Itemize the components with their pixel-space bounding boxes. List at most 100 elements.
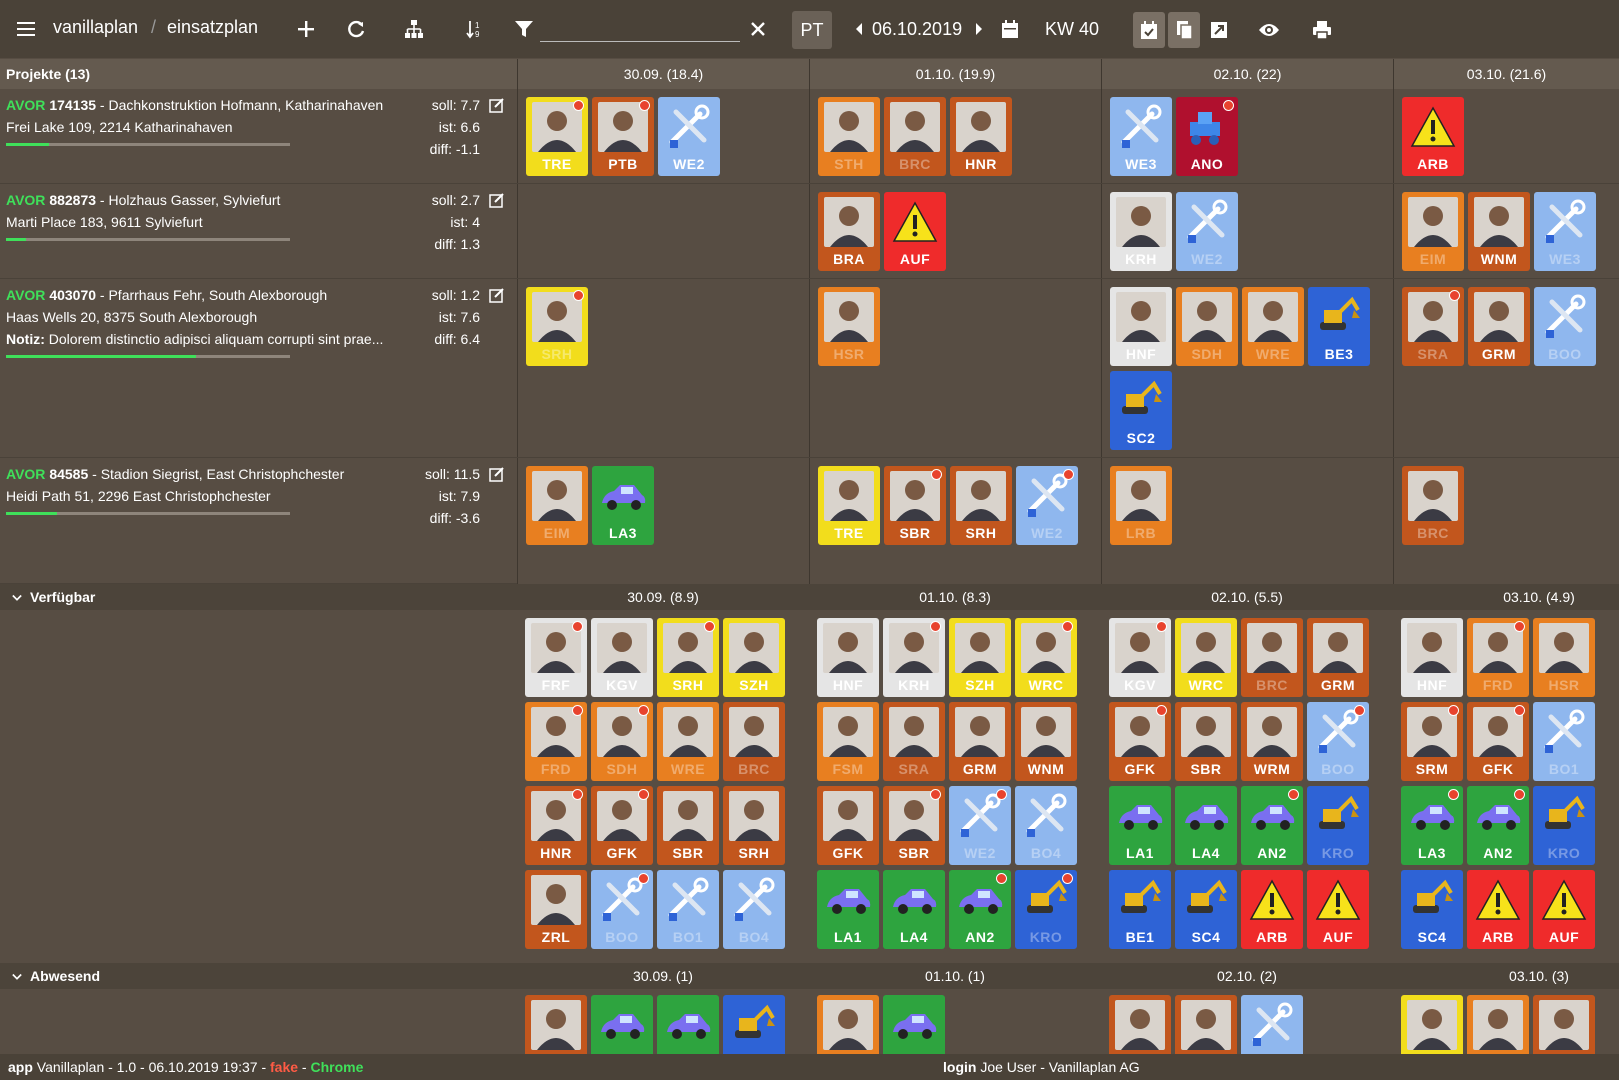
edit-icon[interactable] [489, 192, 505, 208]
resource-tile[interactable]: ANO [1176, 97, 1238, 176]
resource-tile[interactable]: LA4 [883, 870, 945, 949]
resource-tile[interactable]: HSR [1533, 618, 1595, 697]
resource-tile[interactable]: EIM [526, 466, 588, 545]
resource-tile[interactable]: SC4 [1401, 870, 1463, 949]
resource-tile[interactable]: KRO [1015, 870, 1077, 949]
clear-filter-icon[interactable] [746, 12, 770, 46]
resource-tile[interactable]: SDH [1176, 287, 1238, 366]
resource-tile[interactable]: BRC [884, 97, 946, 176]
resource-tile[interactable]: LRB [1110, 466, 1172, 545]
resource-tile[interactable]: KRH [883, 618, 945, 697]
resource-tile[interactable]: SRA [883, 702, 945, 781]
resource-tile[interactable]: WE2 [949, 786, 1011, 865]
resource-tile[interactable]: HNF [1401, 618, 1463, 697]
resource-tile[interactable]: WE3 [1534, 192, 1596, 271]
resource-tile[interactable]: BRC [1402, 466, 1464, 545]
resource-tile[interactable]: BRC [723, 702, 785, 781]
project-title[interactable]: AVOR 882873 - Holzhaus Gasser, Sylviefur… [6, 192, 416, 208]
resource-tile[interactable]: BOO [591, 870, 653, 949]
edit-icon[interactable] [489, 287, 505, 303]
resource-tile[interactable]: BE3 [1308, 287, 1370, 366]
resource-tile[interactable]: BO4 [1015, 786, 1077, 865]
resource-tile[interactable]: LA3 [1401, 786, 1463, 865]
resource-tile[interactable]: BOO [1307, 702, 1369, 781]
resource-tile[interactable]: BRC [1241, 618, 1303, 697]
resource-tile[interactable]: LA1 [1109, 786, 1171, 865]
refresh-icon[interactable] [343, 12, 369, 46]
resource-tile[interactable]: WRC [1175, 618, 1237, 697]
resource-tile[interactable] [657, 995, 719, 1054]
resource-tile[interactable]: BO1 [1533, 702, 1595, 781]
prev-day-icon[interactable] [852, 12, 866, 46]
resource-tile[interactable]: GRM [949, 702, 1011, 781]
project-title[interactable]: AVOR 84585 - Stadion Siegrist, East Chri… [6, 466, 416, 482]
hierarchy-icon[interactable] [401, 12, 427, 46]
add-icon[interactable] [293, 12, 319, 46]
project-row[interactable]: AVOR 84585 - Stadion Siegrist, East Chri… [0, 458, 517, 584]
resource-tile[interactable]: AN2 [949, 870, 1011, 949]
eye-icon[interactable] [1253, 12, 1285, 48]
resource-tile[interactable]: AUF [1533, 870, 1595, 949]
resource-tile[interactable]: TRE [818, 466, 880, 545]
available-section-header[interactable]: Verfügbar 30.09. (8.9) 01.10. (8.3) 02.1… [0, 584, 1619, 610]
resource-tile[interactable]: FRD [525, 702, 587, 781]
resource-tile[interactable]: ARB [1241, 870, 1303, 949]
resource-tile[interactable]: WE2 [1176, 192, 1238, 271]
resource-tile[interactable]: SRM [1401, 702, 1463, 781]
resource-tile[interactable]: WE3 [1110, 97, 1172, 176]
resource-tile[interactable] [723, 995, 785, 1054]
resource-tile[interactable]: GFK [817, 786, 879, 865]
chevron-down-icon[interactable] [12, 589, 26, 605]
project-title[interactable]: AVOR 174135 - Dachkonstruktion Hofmann, … [6, 97, 416, 113]
resource-tile[interactable]: KRO [1307, 786, 1369, 865]
sort-icon[interactable]: 19 [462, 12, 488, 46]
resource-tile[interactable]: AUF [884, 192, 946, 271]
resource-tile[interactable] [591, 995, 653, 1054]
resource-tile[interactable] [817, 995, 879, 1054]
resource-tile[interactable]: WRE [1242, 287, 1304, 366]
resource-tile[interactable]: BE1 [1109, 870, 1171, 949]
resource-tile[interactable]: BO4 [723, 870, 785, 949]
resource-tile[interactable]: SBR [883, 786, 945, 865]
resource-tile[interactable]: KGV [1109, 618, 1171, 697]
resource-tile[interactable]: SBR [884, 466, 946, 545]
resource-tile[interactable]: WRE [657, 702, 719, 781]
resource-tile[interactable]: FRF [525, 618, 587, 697]
filter-icon[interactable] [512, 12, 536, 46]
resource-tile[interactable]: SRA [1402, 287, 1464, 366]
resource-tile[interactable]: SRH [723, 786, 785, 865]
resource-tile[interactable]: FSM [817, 702, 879, 781]
resource-tile[interactable]: GFK [1109, 702, 1171, 781]
resource-tile[interactable] [1401, 995, 1463, 1054]
project-row[interactable]: AVOR 882873 - Holzhaus Gasser, Sylviefur… [0, 184, 517, 279]
calendar-check-icon[interactable] [1133, 12, 1165, 48]
pt-toggle-button[interactable]: PT [792, 11, 832, 49]
resource-tile[interactable]: WE2 [1016, 466, 1078, 545]
resource-tile[interactable]: SRH [950, 466, 1012, 545]
resource-tile[interactable]: ARB [1467, 870, 1529, 949]
calendar-icon[interactable] [998, 12, 1022, 46]
resource-tile[interactable]: WE2 [658, 97, 720, 176]
print-icon[interactable] [1306, 12, 1338, 48]
resource-tile[interactable]: HSR [818, 287, 880, 366]
resource-tile[interactable] [883, 995, 945, 1054]
resource-tile[interactable]: SBR [657, 786, 719, 865]
resource-tile[interactable]: PTB [592, 97, 654, 176]
resource-tile[interactable] [1175, 995, 1237, 1054]
resource-tile[interactable] [525, 995, 587, 1054]
chevron-down-icon[interactable] [12, 968, 26, 984]
breadcrumb-page[interactable]: einsatzplan [167, 17, 258, 38]
resource-tile[interactable]: WRM [1241, 702, 1303, 781]
resource-tile[interactable]: EIM [1402, 192, 1464, 271]
resource-tile[interactable]: GFK [1467, 702, 1529, 781]
expand-icon[interactable] [1203, 12, 1235, 48]
resource-tile[interactable]: LA1 [817, 870, 879, 949]
resource-tile[interactable]: GRM [1468, 287, 1530, 366]
resource-tile[interactable] [1109, 995, 1171, 1054]
filter-input[interactable] [540, 16, 740, 42]
resource-tile[interactable]: HNR [950, 97, 1012, 176]
resource-tile[interactable]: AUF [1307, 870, 1369, 949]
resource-tile[interactable]: SZH [949, 618, 1011, 697]
resource-tile[interactable]: SDH [591, 702, 653, 781]
resource-tile[interactable]: LA3 [592, 466, 654, 545]
